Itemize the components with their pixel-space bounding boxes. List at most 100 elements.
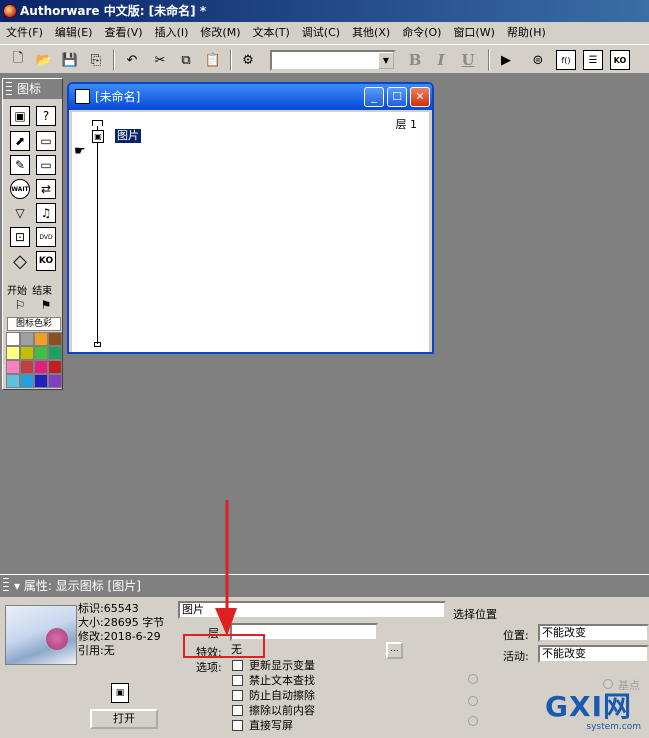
control-panel-icon[interactable]: ⊜: [528, 50, 548, 70]
position-radio[interactable]: [468, 716, 478, 726]
import-icon[interactable]: ⎘: [86, 50, 106, 70]
color-swatch[interactable]: [48, 360, 62, 374]
color-swatch[interactable]: [34, 360, 48, 374]
menu-other[interactable]: 其他(X): [348, 23, 398, 43]
open-button[interactable]: 打开: [90, 709, 158, 729]
bold-button[interactable]: B: [405, 50, 425, 70]
color-swatch[interactable]: [6, 332, 20, 346]
option-direct-to-screen[interactable]: 直接写屏: [232, 719, 293, 732]
minimize-button[interactable]: _: [364, 87, 384, 107]
font-select[interactable]: ▼: [270, 50, 396, 71]
effect-browse-button[interactable]: ...: [386, 642, 403, 659]
maximize-button[interactable]: ☐: [387, 87, 407, 107]
functions-icon[interactable]: f(): [556, 50, 576, 70]
cut-icon[interactable]: ✂: [150, 50, 170, 70]
option-label: 擦除以前内容: [249, 704, 315, 717]
display-icon[interactable]: ▣: [92, 130, 104, 143]
color-swatch[interactable]: [20, 374, 34, 388]
color-swatch[interactable]: [34, 346, 48, 360]
movie-icon[interactable]: ⇄: [36, 179, 56, 199]
window-title: Authorware 中文版: [未命名] *: [20, 4, 207, 18]
grip-handle[interactable]: [6, 82, 12, 96]
find-icon[interactable]: ⚙: [238, 50, 258, 70]
flowline-canvas[interactable]: 层 1 ▣ 图片 ☛: [72, 112, 429, 352]
grip-handle[interactable]: [3, 578, 9, 592]
video-icon[interactable]: DVD: [36, 227, 56, 247]
menu-window[interactable]: 窗口(W): [449, 23, 502, 43]
variables-icon[interactable]: ☰: [583, 50, 603, 70]
color-swatch[interactable]: [6, 360, 20, 374]
color-swatch[interactable]: [48, 374, 62, 388]
icon-palette-title[interactable]: 图标: [3, 79, 62, 99]
close-button[interactable]: ✕: [410, 87, 430, 107]
checkbox[interactable]: [232, 660, 243, 671]
position-radio[interactable]: [468, 674, 478, 684]
flowline-end-marker: [94, 342, 101, 347]
knowledge-objects-icon[interactable]: KO: [610, 50, 630, 70]
new-icon[interactable]: 🗋: [8, 50, 28, 70]
window-titlebar[interactable]: Authorware 中文版: [未命名] *: [0, 0, 649, 22]
sound-icon[interactable]: ♫: [36, 203, 56, 223]
menu-debug[interactable]: 调试(C): [298, 23, 348, 43]
position-select[interactable]: 不能改变: [538, 624, 649, 642]
active-select[interactable]: 不能改变: [538, 645, 649, 663]
italic-button[interactable]: I: [431, 50, 451, 70]
motion-icon[interactable]: ?: [36, 106, 56, 126]
flow-icon-label[interactable]: 图片: [115, 129, 141, 143]
display-icon[interactable]: ▣: [10, 106, 30, 126]
decision-icon[interactable]: ▽: [10, 203, 30, 223]
wait-stop-icon[interactable]: WAIT: [10, 179, 30, 199]
checkbox[interactable]: [232, 675, 243, 686]
option-erase-previous-contents[interactable]: 擦除以前内容: [232, 704, 315, 717]
menu-view[interactable]: 查看(V): [100, 23, 150, 43]
color-swatch[interactable]: [48, 346, 62, 360]
menu-file[interactable]: 文件(F): [2, 23, 51, 43]
color-swatch[interactable]: [48, 332, 62, 346]
color-swatch[interactable]: [34, 374, 48, 388]
option-update-display-variables[interactable]: 更新显示变量: [232, 659, 315, 672]
calculation-icon[interactable]: ▭: [36, 155, 56, 175]
undo-icon[interactable]: ↶: [122, 50, 142, 70]
image-preview: [5, 605, 77, 665]
color-swatch[interactable]: [20, 332, 34, 346]
flowline-window-titlebar[interactable]: [未命名] _ ☐ ✕: [69, 84, 432, 110]
navigate-icon[interactable]: ✎: [10, 155, 30, 175]
open-icon[interactable]: 📂: [34, 50, 54, 70]
underline-button[interactable]: U: [458, 50, 478, 70]
select-position-label: 选择位置: [453, 608, 497, 621]
position-radio[interactable]: [468, 696, 478, 706]
option-prevent-auto-erase[interactable]: 防止自动擦除: [232, 689, 315, 702]
menu-help[interactable]: 帮助(H): [503, 23, 554, 43]
toolbar-separator: [230, 49, 232, 71]
menu-edit[interactable]: 编辑(E): [51, 23, 101, 43]
menu-insert[interactable]: 插入(I): [151, 23, 197, 43]
start-flag-icon[interactable]: ⚐: [10, 295, 30, 315]
color-swatch[interactable]: [6, 346, 20, 360]
flowline-window: [未命名] _ ☐ ✕ 层 1 ▣ 图片 ☛: [67, 82, 434, 354]
option-exclude-text-search[interactable]: 禁止文本查找: [232, 674, 315, 687]
interaction-icon[interactable]: ◇: [10, 251, 30, 272]
wait-icon[interactable]: ▭: [36, 131, 56, 151]
menu-command[interactable]: 命令(O): [398, 23, 449, 43]
checkbox[interactable]: [232, 690, 243, 701]
save-icon[interactable]: 💾: [60, 50, 80, 70]
menu-modify[interactable]: 修改(M): [196, 23, 248, 43]
color-swatch[interactable]: [34, 332, 48, 346]
knowledge-object-icon[interactable]: KO: [36, 251, 56, 271]
base-point-radio[interactable]: [603, 679, 613, 689]
properties-panel-titlebar[interactable]: ▾ 属性: 显示图标 [图片]: [0, 575, 649, 597]
erase-icon[interactable]: ⬈: [10, 131, 30, 151]
copy-icon[interactable]: ⧉: [176, 50, 196, 70]
checkbox[interactable]: [232, 705, 243, 716]
framework-icon[interactable]: ⊡: [10, 227, 30, 247]
checkbox[interactable]: [232, 720, 243, 731]
color-swatch[interactable]: [20, 360, 34, 374]
color-swatch[interactable]: [6, 374, 20, 388]
chevron-down-icon[interactable]: ▼: [378, 52, 394, 69]
stop-flag-icon[interactable]: ⚑: [36, 295, 56, 315]
color-swatch[interactable]: [20, 346, 34, 360]
paste-icon[interactable]: 📋: [203, 50, 223, 70]
restart-icon[interactable]: ▶: [496, 50, 516, 70]
menu-text[interactable]: 文本(T): [248, 23, 297, 43]
chevron-down-icon[interactable]: ▾: [14, 579, 24, 593]
